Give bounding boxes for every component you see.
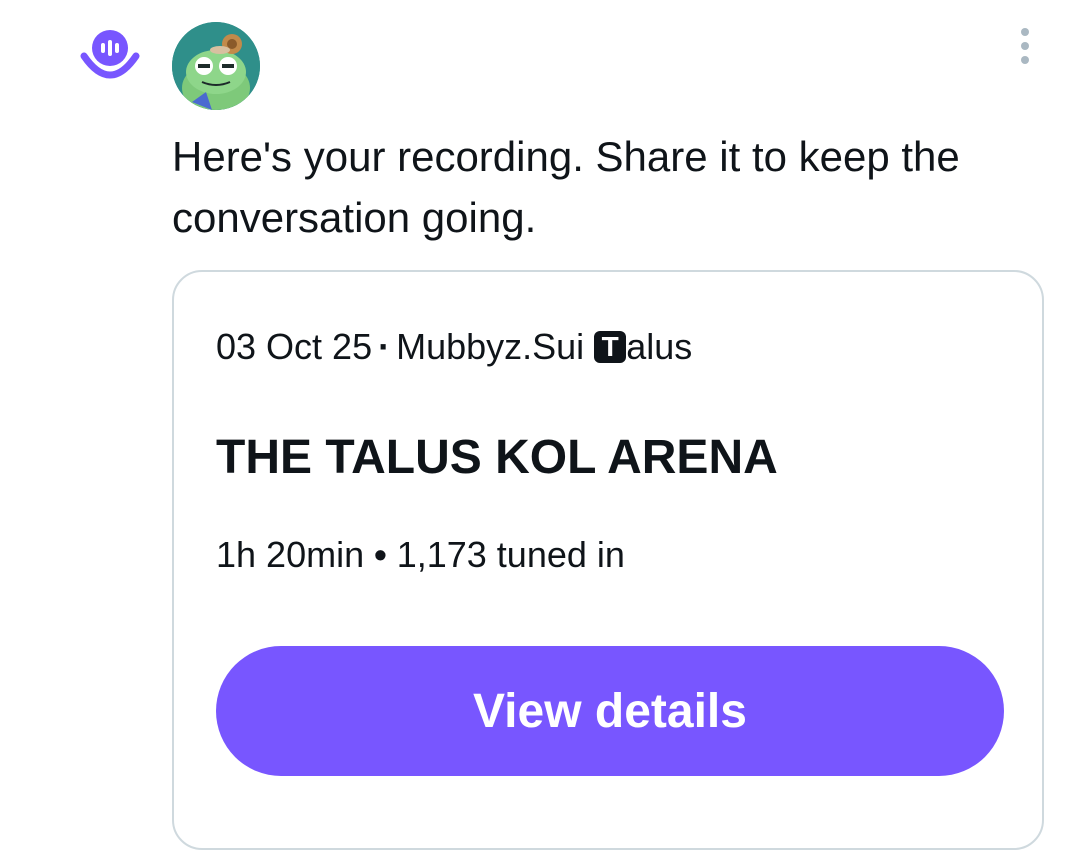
host-affiliation: alus [626,326,693,367]
recording-card[interactable]: 03 Oct 25 · Mubbyz.Sui Talus THE TALUS K… [172,270,1044,850]
space-title: THE TALUS KOL ARENA [216,431,778,484]
view-details-button[interactable]: View details [216,646,1004,776]
more-options-button[interactable] [1010,24,1040,68]
space-stats: 1h 20min • 1,173 tuned in [216,534,625,576]
more-vertical-icon [1021,28,1029,36]
meta-separator: · [378,326,391,367]
listener-count: 1,173 tuned in [396,534,625,575]
stats-separator: • [374,534,387,575]
recording-message: Here's your recording. Share it to keep … [172,133,960,241]
spaces-logo-icon [80,26,140,86]
recording-date: 03 Oct 25 [216,326,373,367]
avatar[interactable] [172,22,260,110]
space-duration: 1h 20min [216,534,365,575]
host-name[interactable]: Mubbyz.Sui [396,326,584,368]
card-meta: 03 Oct 25 · Mubbyz.Sui Talus [216,326,692,368]
talus-badge-icon: T [594,331,627,363]
